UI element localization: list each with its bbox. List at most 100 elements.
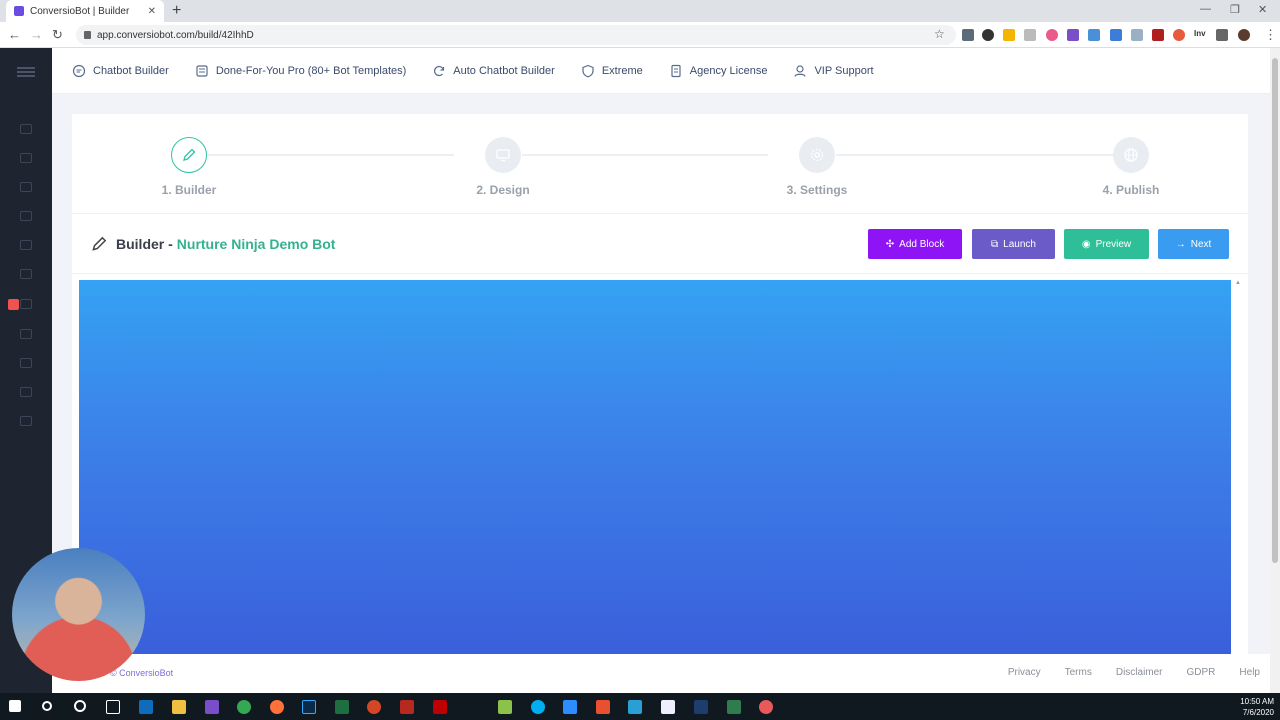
nav-agency-license[interactable]: Agency License: [669, 64, 767, 78]
address-bar[interactable]: app.conversiobot.com/build/42IhhD: [76, 25, 956, 45]
excel-icon[interactable]: [335, 700, 349, 714]
nav-chatbot-builder[interactable]: Chatbot Builder: [72, 64, 169, 78]
canvas-scrollbar[interactable]: ▲: [1234, 280, 1242, 654]
shield-icon: [582, 64, 594, 77]
step-publish[interactable]: 4. Publish: [1066, 137, 1196, 197]
file-explorer-icon[interactable]: [172, 700, 186, 714]
app-icon[interactable]: [727, 700, 741, 714]
active-section-icon[interactable]: [8, 299, 19, 310]
access-icon[interactable]: [400, 700, 414, 714]
photoshop-icon[interactable]: [302, 700, 316, 714]
screen-icon[interactable]: [20, 269, 32, 279]
users-icon[interactable]: [20, 240, 32, 250]
extension-icon[interactable]: [1152, 29, 1164, 41]
conversiobot-favicon-icon: [14, 6, 24, 16]
preview-button[interactable]: ◉ Preview: [1064, 229, 1149, 259]
extensions-puzzle-icon[interactable]: [1216, 29, 1228, 41]
logout-icon[interactable]: [20, 416, 32, 426]
page-scrollbar[interactable]: [1270, 48, 1280, 693]
top-navigation: Chatbot Builder Done-For-You Pro (80+ Bo…: [52, 48, 1270, 94]
windows-start-icon[interactable]: [9, 700, 21, 712]
minimize-icon[interactable]: —: [1200, 3, 1211, 15]
monitor-icon: [496, 149, 510, 162]
nav-auto-chatbot-builder[interactable]: Auto Chatbot Builder: [432, 64, 555, 78]
nav-done-for-you-pro[interactable]: Done-For-You Pro (80+ Bot Templates): [195, 64, 406, 78]
app-icon[interactable]: [628, 700, 642, 714]
extension-icon[interactable]: [1046, 29, 1058, 41]
extension-icon[interactable]: [1131, 29, 1143, 41]
document-icon[interactable]: [20, 299, 32, 309]
back-icon[interactable]: ←: [8, 27, 21, 42]
extension-icon[interactable]: [1173, 29, 1185, 41]
new-tab-icon[interactable]: +: [172, 2, 181, 20]
extension-icon[interactable]: [982, 29, 994, 41]
browser-tab[interactable]: ConversioBot | Builder ✕: [6, 0, 164, 22]
scrollbar-thumb[interactable]: [1272, 58, 1278, 563]
hamburger-menu-icon[interactable]: [17, 67, 35, 77]
system-clock[interactable]: 10:50 AM 7/6/2020: [1240, 696, 1274, 718]
profile-avatar[interactable]: [1238, 29, 1250, 41]
step-settings[interactable]: 3. Settings: [752, 137, 882, 197]
launch-button[interactable]: ⧉ Launch: [972, 229, 1055, 259]
skype-icon[interactable]: [531, 700, 545, 714]
close-tab-icon[interactable]: ✕: [148, 6, 156, 17]
launch-label: Launch: [1003, 238, 1036, 250]
team-icon[interactable]: [20, 358, 32, 368]
nav-label: Chatbot Builder: [93, 64, 169, 77]
extension-icon[interactable]: [1003, 29, 1015, 41]
bookmark-star-icon[interactable]: ☆: [934, 27, 945, 41]
scroll-up-icon[interactable]: ▲: [1234, 280, 1242, 286]
app-icon[interactable]: [205, 700, 219, 714]
url-text: app.conversiobot.com/build/42IhhD: [97, 29, 254, 41]
chrome-icon[interactable]: [237, 700, 251, 714]
outlook-icon[interactable]: [139, 700, 153, 714]
search-icon[interactable]: [42, 701, 52, 711]
task-view-icon[interactable]: [106, 700, 120, 714]
reload-icon[interactable]: ↻: [52, 27, 63, 43]
inv-extension-label[interactable]: Inv: [1194, 29, 1206, 38]
step-design[interactable]: 2. Design: [438, 137, 568, 197]
builder-canvas[interactable]: [79, 280, 1231, 654]
template-icon: [196, 64, 208, 77]
nav-label: Auto Chatbot Builder: [453, 64, 555, 77]
nav-vip-support[interactable]: VIP Support: [793, 64, 874, 78]
layers-icon[interactable]: [20, 182, 32, 192]
nav-extreme[interactable]: Extreme: [581, 64, 643, 78]
add-block-button[interactable]: ✣ Add Block: [868, 229, 962, 259]
extension-icon[interactable]: [1088, 29, 1100, 41]
app-icon[interactable]: [759, 700, 773, 714]
footer-link-disclaimer[interactable]: Disclaimer: [1116, 667, 1163, 678]
window-close-icon[interactable]: ✕: [1258, 3, 1267, 16]
footer-link-terms[interactable]: Terms: [1065, 667, 1092, 678]
extension-icon[interactable]: [1110, 29, 1122, 41]
next-button[interactable]: → Next: [1158, 229, 1229, 259]
app-icon[interactable]: [694, 700, 708, 714]
powerpoint-icon[interactable]: [367, 700, 381, 714]
forward-icon[interactable]: →: [30, 27, 43, 42]
messages-icon[interactable]: [20, 153, 32, 163]
templates-icon[interactable]: [20, 211, 32, 221]
settings-icon[interactable]: [20, 329, 32, 339]
reports-icon[interactable]: [20, 387, 32, 397]
extension-icon[interactable]: [1067, 29, 1079, 41]
footer-link-help[interactable]: Help: [1239, 667, 1260, 678]
extension-icon[interactable]: [962, 29, 974, 41]
extension-icon[interactable]: [1024, 29, 1036, 41]
footer-link-privacy[interactable]: Privacy: [1008, 667, 1041, 678]
footer-link-gdpr[interactable]: GDPR: [1187, 667, 1216, 678]
clock-date: 7/6/2020: [1242, 708, 1274, 717]
dashboard-icon[interactable]: [20, 124, 32, 134]
filezilla-icon[interactable]: [433, 700, 447, 714]
menu-kebab-icon[interactable]: ⋮: [1264, 27, 1277, 43]
step-label: 4. Publish: [1102, 183, 1160, 197]
footer-links: Privacy Terms Disclaimer GDPR Help: [984, 667, 1260, 678]
cortana-icon[interactable]: [74, 700, 86, 712]
app-icon[interactable]: [596, 700, 610, 714]
restore-icon[interactable]: ❐: [1230, 3, 1240, 16]
nav-label: Extreme: [601, 64, 643, 77]
app-icon[interactable]: [661, 700, 675, 714]
notepad-icon[interactable]: [498, 700, 512, 714]
step-builder[interactable]: 1. Builder: [124, 137, 254, 197]
firefox-icon[interactable]: [270, 700, 284, 714]
zoom-icon[interactable]: [563, 700, 577, 714]
